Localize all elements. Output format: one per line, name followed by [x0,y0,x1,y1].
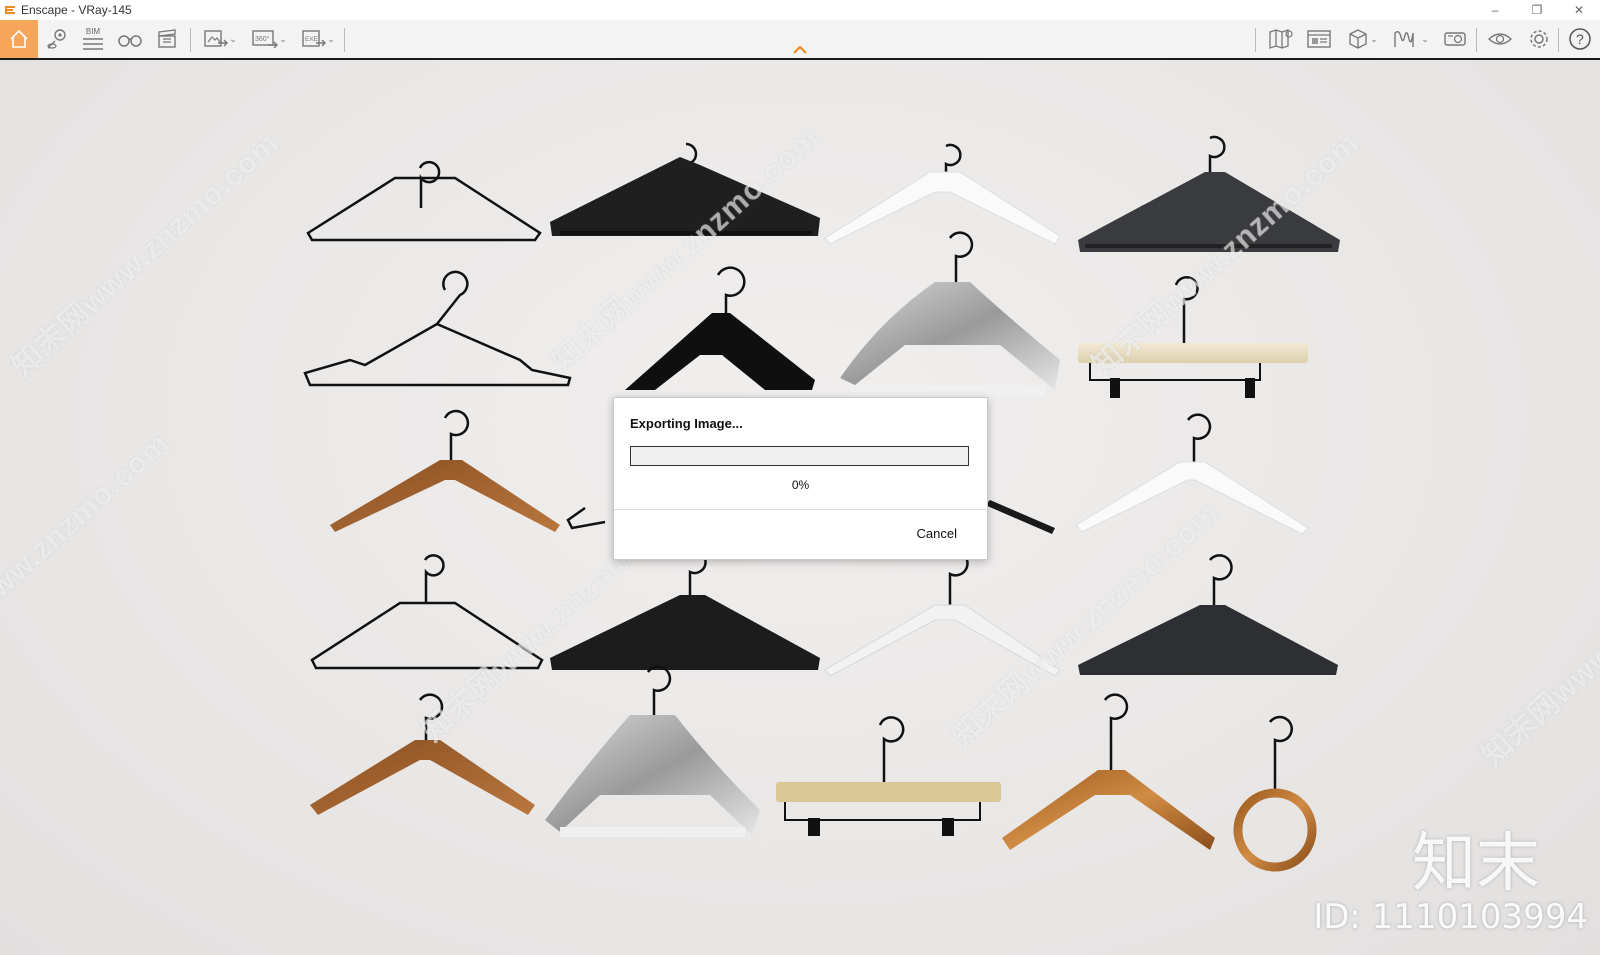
toolbar-separator [1558,28,1559,52]
main-toolbar: BIM ⌄ 360° ⌄ EXE ⌄ ⌄ ⌄ ? [0,20,1600,60]
asset-library-button[interactable] [1302,20,1336,58]
export-progress-dialog: Exporting Image... 0% Cancel [613,397,988,560]
export-image-button[interactable]: ⌄ [198,20,242,58]
chevron-down-icon: ⌄ [1370,33,1378,44]
hanger-clip-natural [776,716,1001,836]
clapperboard-icon [158,29,176,48]
visual-settings-button[interactable] [1482,20,1518,58]
material-button[interactable]: ⌄ [1340,20,1384,58]
image-id-watermark: ID: 1110103994 [1313,897,1588,937]
dialog-title: Exporting Image... [630,416,743,431]
exe-label: EXE [305,36,319,43]
enscape-logo-icon [5,6,15,14]
help-button[interactable]: ? [1564,20,1596,58]
export-exe-icon: EXE [302,30,327,47]
bim-icon [83,37,103,50]
export-exe-button[interactable]: EXE ⌄ [296,20,340,58]
bim-button[interactable]: BIM [78,20,108,58]
bim-label: BIM [85,26,101,36]
asset-library-icon [1307,30,1331,48]
toolbar-separator [190,28,191,52]
toolbar-separator [1255,28,1256,52]
brand-watermark: 知末 [1412,827,1540,901]
home-button[interactable] [0,20,38,58]
chevron-down-icon: ⌄ [229,33,237,44]
chevron-down-icon: ⌄ [279,33,287,44]
toolbar-separator [1476,28,1477,52]
hanger-wood-natural [330,409,560,532]
hanger-black-wood-2 [550,549,820,670]
hanger-wood-dark [310,693,535,815]
title-bar: Enscape - VRay-145 – ❐ ✕ [0,0,1600,20]
minimize-icon[interactable]: – [1474,0,1516,20]
collapse-toolbar-chevron-icon[interactable] [791,44,809,56]
location-pin-icon [47,29,66,49]
hanger-clip-beige [1078,276,1308,398]
hanger-wire-black-2 [310,554,544,670]
svg-text:?: ? [1576,31,1584,47]
hanger-white-3 [824,550,1061,677]
hanger-chrome-2 [545,665,760,837]
close-icon[interactable]: ✕ [1558,0,1600,20]
hanger-ring-copper [1233,715,1317,872]
hanger-copper [1002,693,1215,850]
cube-icon [1349,29,1367,49]
export-image-icon [204,30,229,47]
settings-icon [1530,30,1548,48]
hanger-black-partial [985,500,1055,534]
panorama-label: 360° [255,35,270,43]
hanger-white-2 [1075,413,1309,535]
map-button[interactable] [1264,20,1298,58]
video-editor-button[interactable] [152,20,182,58]
map-icon [1269,29,1293,49]
binoculars-button[interactable] [114,20,146,58]
window-controls: – ❐ ✕ [1474,0,1600,20]
hanger-chrome [840,231,1060,397]
projector-button[interactable] [1438,20,1472,58]
progress-percent: 0% [791,478,810,492]
hanger-dark-grey [1078,135,1340,252]
hanger-black-wood [550,142,820,236]
chevron-down-icon: ⌄ [1421,33,1429,44]
hanger-wire-black [306,160,542,242]
restore-icon[interactable]: ❐ [1516,0,1558,20]
toolbar-separator [344,28,345,52]
chart-icon [1394,30,1414,47]
window-title: Enscape - VRay-145 [21,3,132,17]
dialog-divider [614,509,987,510]
settings-button[interactable] [1522,20,1556,58]
capture-button[interactable]: ⌄ [1388,20,1434,58]
views-button[interactable] [42,20,72,58]
projector-icon [1444,32,1466,46]
hanger-white [824,143,1061,245]
export-progress-bar [630,446,969,466]
hanger-wire-small [566,506,606,530]
eye-icon [1487,33,1513,45]
hanger-dark-grey-2 [1078,554,1338,675]
hanger-black-glossy [625,266,815,390]
cancel-button[interactable]: Cancel [917,526,957,541]
home-icon [10,29,28,48]
help-icon: ? [1569,28,1591,50]
chevron-down-icon: ⌄ [327,33,335,44]
export-panorama-icon: 360° [252,30,279,49]
binoculars-icon [118,35,142,47]
hanger-wire-notched [303,270,572,387]
export-panorama-button[interactable]: 360° ⌄ [246,20,292,58]
